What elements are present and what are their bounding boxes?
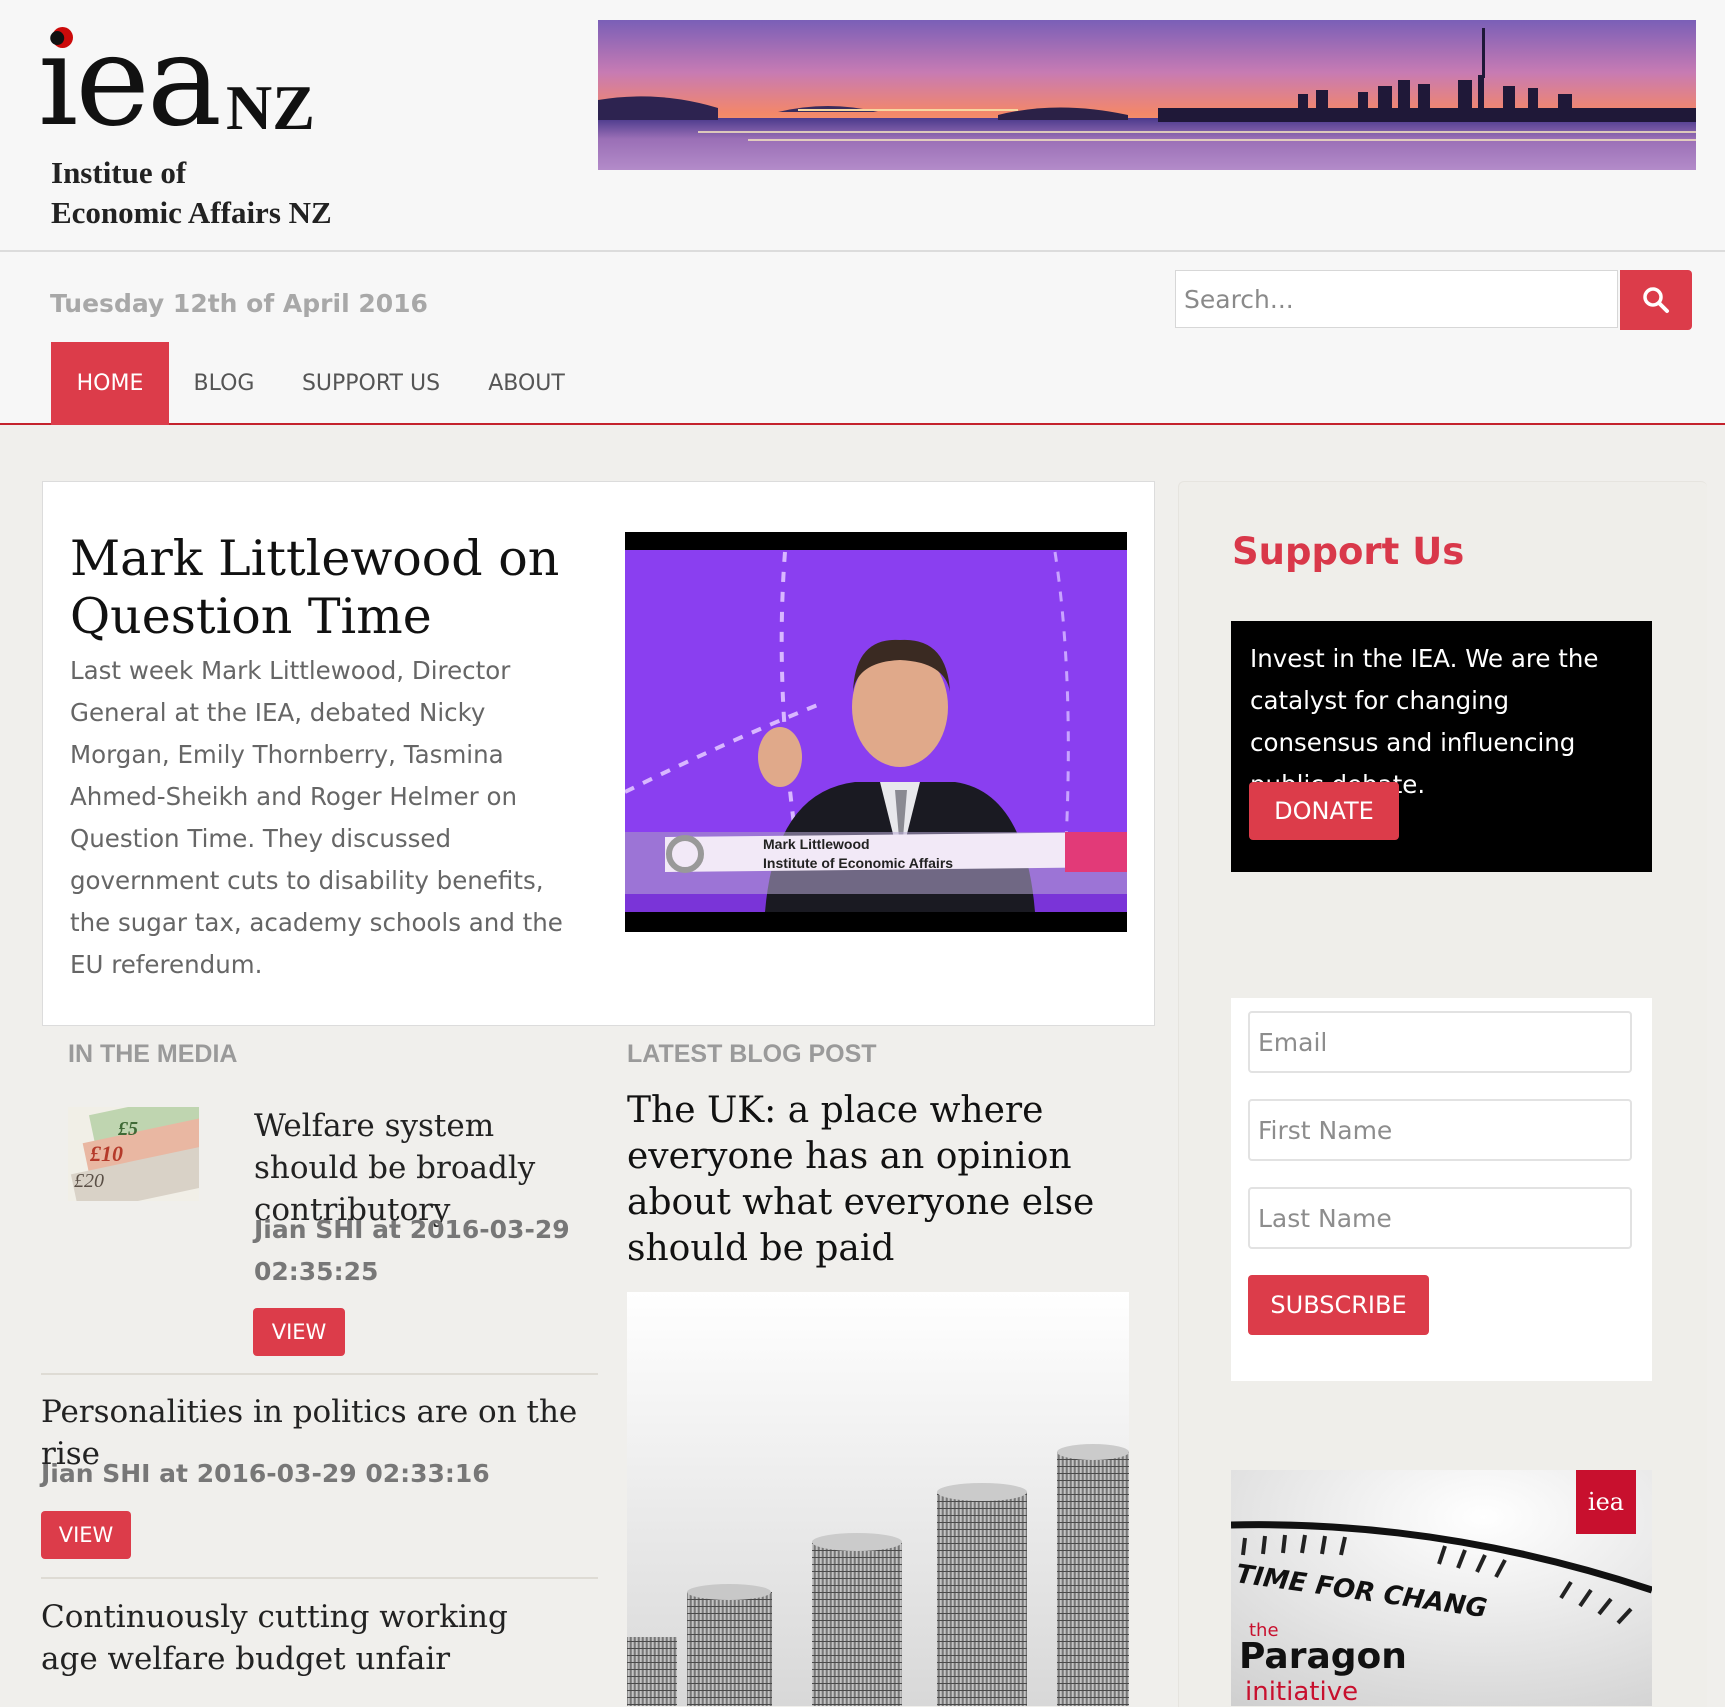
media-divider	[41, 1577, 598, 1579]
search-input[interactable]	[1175, 270, 1618, 328]
featured-article-summary: Last week Mark Littlewood, Director Gene…	[70, 656, 563, 979]
paragon-initiative-promo[interactable]: iea TIME FOR CHANG the Paragon initiativ…	[1231, 1470, 1652, 1706]
email-field[interactable]	[1248, 1011, 1632, 1073]
media-item-view-button[interactable]: VIEW	[253, 1308, 345, 1356]
support-us-heading: Support Us	[1232, 530, 1465, 573]
search-button[interactable]	[1620, 270, 1692, 330]
logo-suffix[interactable]: NZ	[226, 76, 315, 140]
media-item-title[interactable]: Continuously cutting working age welfare…	[41, 1596, 561, 1680]
subscribe-button[interactable]: SUBSCRIBE	[1248, 1275, 1429, 1335]
logo-tagline-line1: Institue of	[51, 155, 187, 190]
support-us-text: Invest in the IEA. We are the catalyst f…	[1250, 644, 1599, 799]
nav-support-us[interactable]: SUPPORT US	[297, 342, 445, 425]
coin-stacks-image[interactable]	[627, 1292, 1129, 1706]
banknote-label-10: £10	[89, 1141, 123, 1166]
current-date: Tuesday 12th of April 2016	[50, 289, 428, 318]
donate-button[interactable]: DONATE	[1249, 782, 1399, 840]
promo-brand: Paragon	[1239, 1636, 1407, 1677]
banknotes-thumbnail[interactable]: £5 £10 £20	[68, 1107, 199, 1201]
featured-article-title[interactable]: Mark Littlewood on Question Time	[70, 530, 590, 646]
media-divider	[41, 1373, 598, 1375]
in-the-media-heading: IN THE MEDIA	[68, 1040, 238, 1068]
featured-video-still[interactable]: Mark Littlewood Institute of Economic Af…	[625, 532, 1127, 932]
logo-mark[interactable]: iea	[38, 18, 222, 144]
promo-iea-badge: iea	[1588, 1488, 1624, 1516]
logo-tagline-line2: Economic Affairs NZ	[51, 195, 332, 230]
video-caption-org: Institute of Economic Affairs	[763, 855, 953, 871]
nav-about[interactable]: ABOUT	[475, 342, 578, 425]
media-item-view-button[interactable]: VIEW	[41, 1511, 131, 1559]
nav-home[interactable]: HOME	[51, 342, 169, 425]
first-name-field[interactable]	[1248, 1099, 1632, 1161]
promo-brand-sub: initiative	[1245, 1677, 1358, 1706]
nav-blog[interactable]: BLOG	[180, 342, 268, 425]
banknote-label-5: £5	[117, 1118, 138, 1140]
last-name-field[interactable]	[1248, 1187, 1632, 1249]
media-item-meta: Jian SHI at 2016-03-29 02:33:16	[41, 1459, 490, 1488]
media-item-meta: Jian SHI at 2016-03-29 02:35:25	[254, 1215, 570, 1286]
latest-blog-post-heading: LATEST BLOG POST	[627, 1040, 877, 1068]
search-icon	[1643, 287, 1669, 313]
banknote-label-20: £20	[74, 1170, 104, 1192]
blog-post-title[interactable]: The UK: a place where everyone has an op…	[627, 1088, 1097, 1272]
skyline-banner-image	[598, 20, 1696, 170]
video-caption-name: Mark Littlewood	[763, 836, 870, 852]
